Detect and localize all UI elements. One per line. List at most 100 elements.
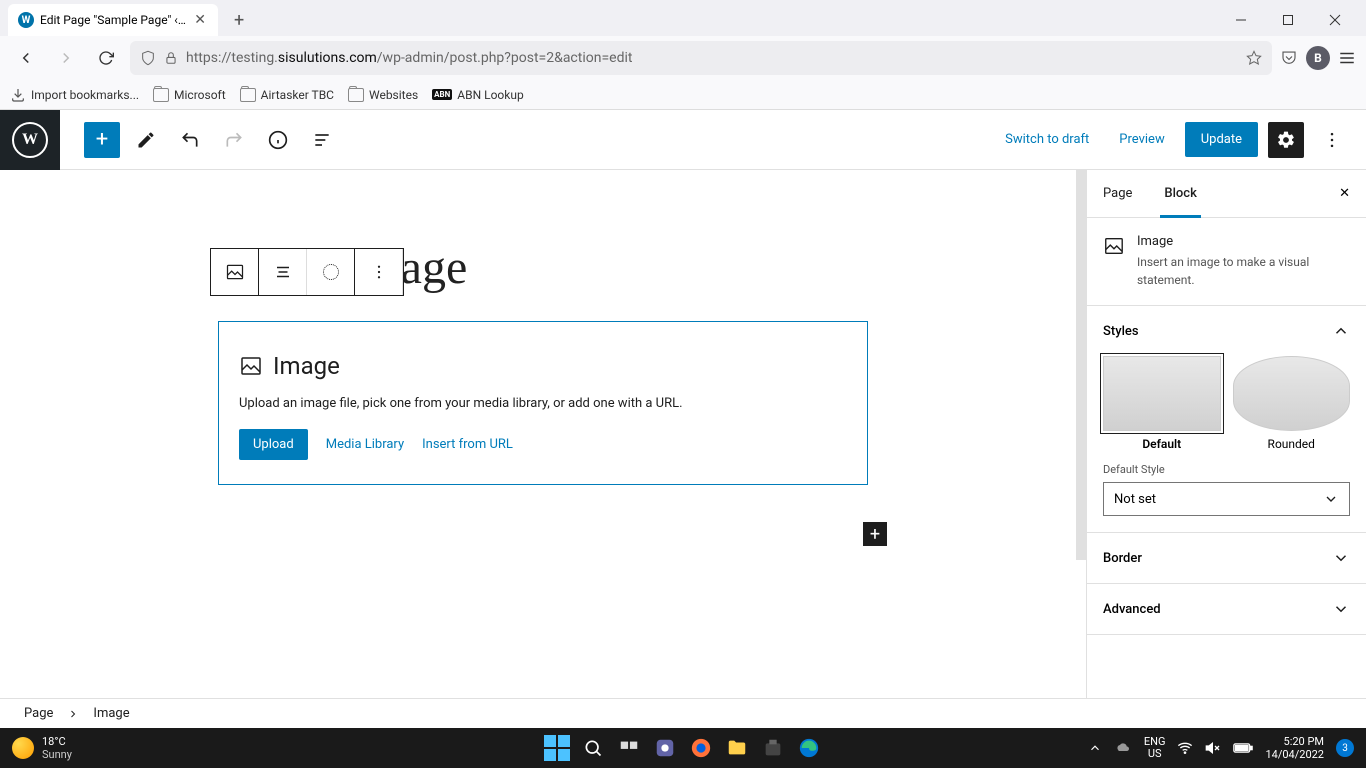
- abn-badge-icon: ABN: [432, 89, 452, 100]
- store-icon[interactable]: [759, 734, 787, 762]
- profile-avatar[interactable]: B: [1306, 46, 1330, 70]
- upload-button[interactable]: Upload: [239, 429, 308, 460]
- url-bar[interactable]: https://testing.sisulutions.com/wp-admin…: [130, 41, 1272, 75]
- url-text: https://testing.sisulutions.com/wp-admin…: [186, 50, 632, 66]
- nav-bar: https://testing.sisulutions.com/wp-admin…: [0, 36, 1366, 80]
- breadcrumb-current: Image: [93, 706, 129, 721]
- bookmarks-bar: Import bookmarks... Microsoft Airtasker …: [0, 80, 1366, 110]
- block-more-button[interactable]: [355, 249, 403, 295]
- add-block-after-button[interactable]: +: [863, 522, 887, 546]
- tab-title: Edit Page "Sample Page" ‹ My W: [40, 13, 186, 27]
- tray-expand-icon[interactable]: [1088, 741, 1102, 755]
- crop-button[interactable]: [307, 249, 355, 295]
- tab-block[interactable]: Block: [1148, 170, 1212, 217]
- panel-styles-header[interactable]: Styles: [1087, 306, 1366, 356]
- bookmark-microsoft[interactable]: Microsoft: [153, 88, 226, 102]
- style-rounded[interactable]: Rounded: [1233, 356, 1351, 451]
- default-style-select[interactable]: Not set: [1103, 482, 1350, 516]
- lock-icon: [164, 51, 178, 65]
- style-default[interactable]: Default: [1103, 356, 1221, 451]
- insert-from-url-button[interactable]: Insert from URL: [422, 437, 513, 452]
- forward-button[interactable]: [50, 42, 82, 74]
- wordpress-favicon-icon: W: [18, 12, 34, 28]
- edge-icon[interactable]: [795, 734, 823, 762]
- chevron-down-icon: [1323, 491, 1339, 507]
- volume-icon[interactable]: [1205, 740, 1221, 756]
- chevron-down-icon: [1332, 600, 1350, 618]
- more-options-button[interactable]: [1314, 122, 1350, 158]
- settings-button[interactable]: [1268, 122, 1304, 158]
- app-menu-icon[interactable]: [1338, 49, 1356, 67]
- details-button[interactable]: [260, 122, 296, 158]
- sun-icon: [12, 737, 34, 759]
- bookmark-websites[interactable]: Websites: [348, 88, 418, 102]
- notification-badge[interactable]: 3: [1336, 739, 1354, 757]
- media-library-button[interactable]: Media Library: [326, 437, 404, 452]
- undo-button[interactable]: [172, 122, 208, 158]
- window-maximize-button[interactable]: [1265, 4, 1311, 36]
- reload-button[interactable]: [90, 42, 122, 74]
- start-button[interactable]: [543, 734, 571, 762]
- pocket-icon[interactable]: [1280, 49, 1298, 67]
- image-icon: [239, 354, 263, 378]
- bookmark-abn-lookup[interactable]: ABN ABN Lookup: [432, 88, 524, 102]
- sidebar-close-button[interactable]: ✕: [1323, 170, 1366, 217]
- tray-clock[interactable]: 5:20 PM 14/04/2022: [1265, 735, 1324, 761]
- tools-button[interactable]: [128, 122, 164, 158]
- new-tab-button[interactable]: +: [228, 10, 250, 31]
- wp-top-toolbar: W + Switch to draft Preview Update: [0, 110, 1366, 170]
- wp-logo[interactable]: W: [0, 110, 60, 170]
- browser-tab[interactable]: W Edit Page "Sample Page" ‹ My W ✕: [8, 4, 218, 36]
- settings-sidebar: Page Block ✕ Image Insert an image to ma…: [1086, 170, 1366, 698]
- folder-icon: [240, 88, 256, 102]
- folder-icon: [153, 88, 169, 102]
- import-icon: [10, 87, 26, 103]
- browser-chrome: W Edit Page "Sample Page" ‹ My W ✕ + htt…: [0, 0, 1366, 110]
- breadcrumb-page[interactable]: Page: [24, 706, 53, 721]
- bookmark-star-icon[interactable]: [1246, 50, 1262, 66]
- search-button[interactable]: [579, 734, 607, 762]
- firefox-icon[interactable]: [687, 734, 715, 762]
- switch-to-draft-button[interactable]: Switch to draft: [995, 124, 1099, 155]
- tab-bar: W Edit Page "Sample Page" ‹ My W ✕ +: [0, 0, 1366, 36]
- image-block-placeholder[interactable]: Image Upload an image file, pick one fro…: [218, 321, 868, 485]
- style-rounded-thumb: [1233, 356, 1351, 431]
- redo-button[interactable]: [216, 122, 252, 158]
- update-button[interactable]: Update: [1185, 122, 1258, 157]
- editor-canvas[interactable]: Sample Page Image Upload an image file, …: [0, 170, 1086, 698]
- language-indicator[interactable]: ENG US: [1144, 736, 1166, 760]
- weather-widget[interactable]: 18°C Sunny: [12, 735, 72, 761]
- battery-icon[interactable]: [1233, 741, 1253, 755]
- tab-page[interactable]: Page: [1087, 170, 1148, 217]
- onedrive-icon[interactable]: [1114, 739, 1132, 757]
- windows-taskbar: 18°C Sunny ENG US 5:20 PM 14/04/2022 3: [0, 728, 1366, 768]
- tab-close-icon[interactable]: ✕: [192, 12, 208, 28]
- list-view-button[interactable]: [304, 122, 340, 158]
- window-close-button[interactable]: [1312, 4, 1358, 36]
- image-icon: [1103, 234, 1125, 258]
- bookmark-airtasker[interactable]: Airtasker TBC: [240, 88, 334, 102]
- block-breadcrumb: Page Image: [0, 698, 1366, 728]
- block-inserter-button[interactable]: +: [84, 122, 120, 158]
- wifi-icon[interactable]: [1177, 740, 1193, 756]
- task-view-button[interactable]: [615, 734, 643, 762]
- image-block-title: Image: [273, 352, 340, 380]
- chat-app-icon[interactable]: [651, 734, 679, 762]
- style-default-thumb: [1103, 356, 1221, 431]
- file-explorer-icon[interactable]: [723, 734, 751, 762]
- chevron-down-icon: [1332, 549, 1350, 567]
- back-button[interactable]: [10, 42, 42, 74]
- bookmark-import[interactable]: Import bookmarks...: [10, 87, 139, 103]
- wp-editor: W + Switch to draft Preview Update Sampl…: [0, 110, 1366, 728]
- align-button[interactable]: [259, 249, 307, 295]
- default-style-label: Default Style: [1103, 463, 1350, 476]
- panel-advanced-header[interactable]: Advanced: [1087, 584, 1366, 634]
- preview-button[interactable]: Preview: [1109, 124, 1174, 155]
- block-card-desc: Insert an image to make a visual stateme…: [1137, 253, 1350, 289]
- window-minimize-button[interactable]: [1218, 4, 1264, 36]
- shield-icon: [140, 50, 156, 66]
- block-type-button[interactable]: [211, 249, 259, 295]
- panel-border-header[interactable]: Border: [1087, 533, 1366, 583]
- folder-icon: [348, 88, 364, 102]
- block-card-title: Image: [1137, 234, 1350, 249]
